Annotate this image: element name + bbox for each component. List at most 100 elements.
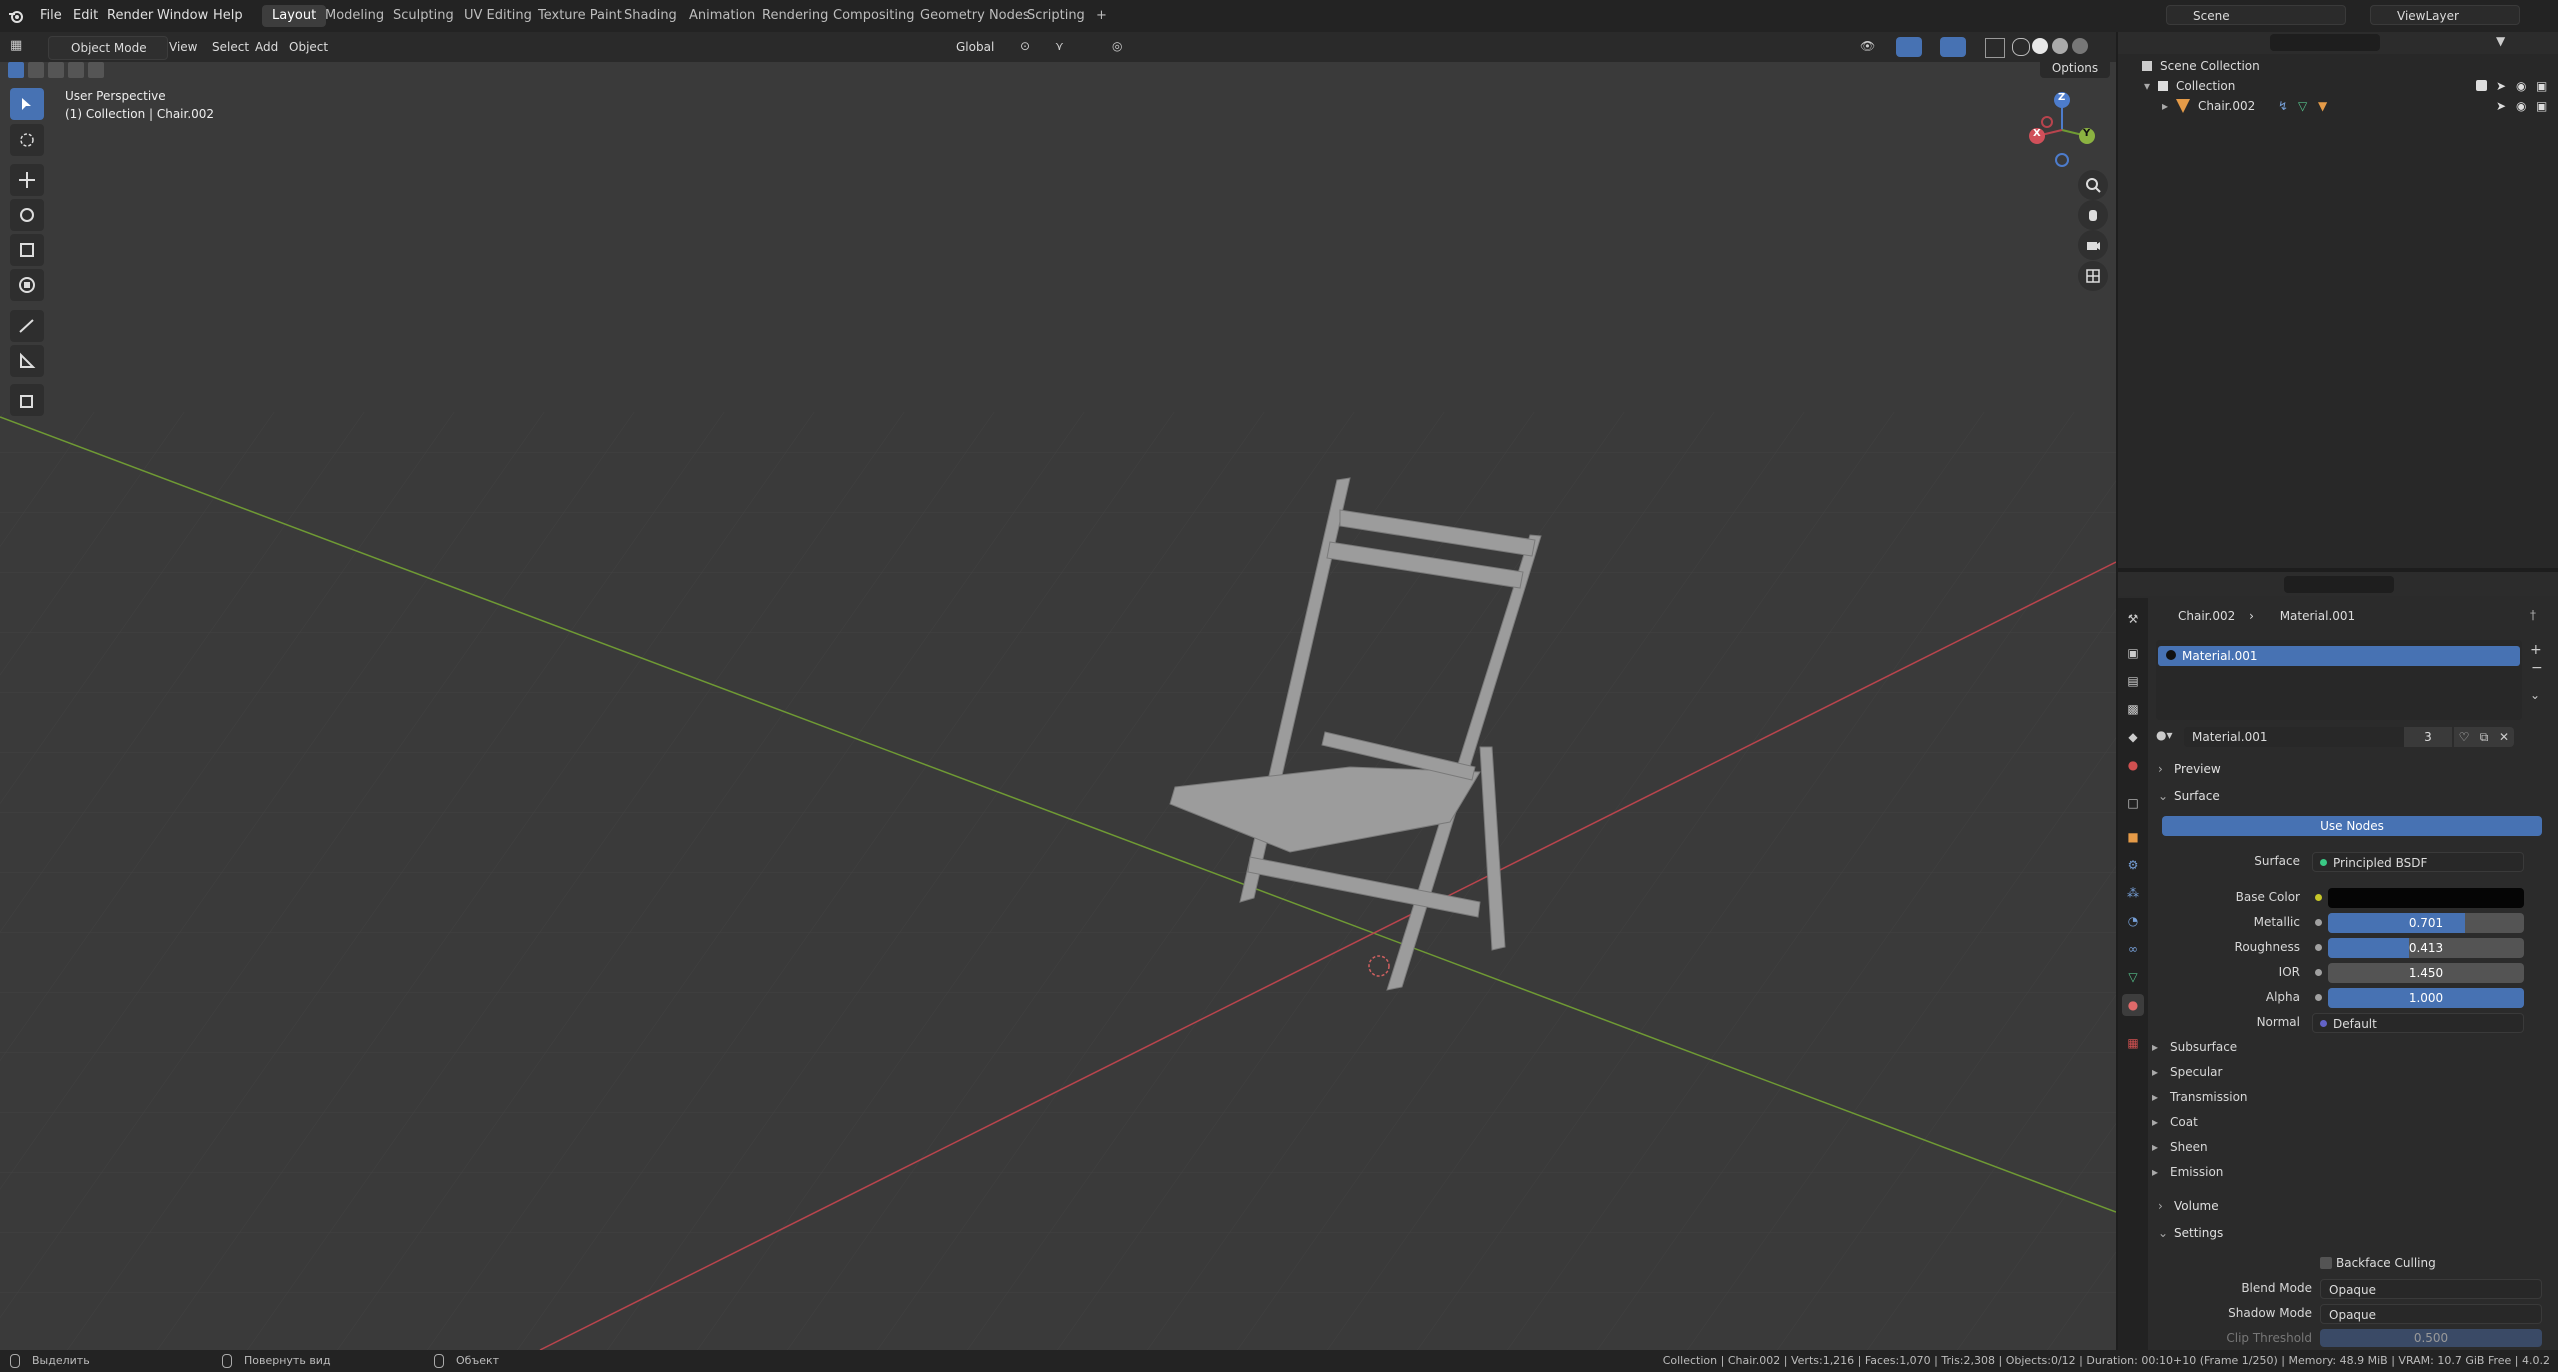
gizmo-toggle-icon[interactable] <box>1896 37 1922 57</box>
overlay-toggle-icon[interactable] <box>1940 37 1966 57</box>
scene-selector[interactable]: Scene <box>2166 5 2346 25</box>
constraints-tab-icon[interactable]: ∞ <box>2122 938 2144 960</box>
texture-tab-icon[interactable]: ▦ <box>2122 1032 2144 1054</box>
select-new-icon[interactable] <box>8 62 24 78</box>
shading-rendered-icon[interactable] <box>2072 38 2088 54</box>
data-tab-icon[interactable]: ▽ <box>2122 966 2144 988</box>
shading-material-icon[interactable] <box>2052 38 2068 54</box>
tab-shading[interactable]: Shading <box>614 5 687 27</box>
collection-tab-icon[interactable]: □ <box>2122 792 2144 814</box>
shadow-mode-dropdown[interactable]: Opaque <box>2320 1304 2542 1324</box>
remove-slot-button[interactable]: − <box>2531 660 2543 676</box>
pan-hand-icon[interactable] <box>2078 200 2108 230</box>
orientation-dropdown[interactable]: Global <box>932 36 1000 58</box>
view-layer-tab-icon[interactable]: ▩ <box>2122 698 2144 720</box>
filter-icon[interactable]: ▼ <box>2496 34 2514 50</box>
camera-icon[interactable] <box>2078 230 2108 260</box>
select-arrow-icon-2[interactable]: ➤ <box>2496 96 2506 116</box>
cursor-tool[interactable] <box>10 124 44 156</box>
normal-field[interactable]: Default <box>2312 1013 2524 1033</box>
properties-search[interactable] <box>2284 576 2394 593</box>
rotate-tool[interactable] <box>10 199 44 231</box>
select-arrow-icon[interactable]: ➤ <box>2496 76 2506 96</box>
duplicate-material-icon[interactable]: ⧉ <box>2474 727 2494 747</box>
object-expand-icon[interactable]: ▸ <box>2162 96 2168 116</box>
scale-tool[interactable] <box>10 234 44 266</box>
render-camera-icon[interactable]: ▣ <box>2536 76 2547 96</box>
material-tab-icon[interactable]: ● <box>2122 994 2144 1016</box>
settings-panel-header[interactable]: Settings ⌄ <box>2152 1222 2548 1244</box>
tool-tab-icon[interactable]: ⚒ <box>2122 608 2144 630</box>
select-box-tool[interactable] <box>10 88 44 120</box>
grid-view-icon[interactable] <box>2078 261 2108 291</box>
outliner-scene-collection[interactable]: Scene Collection <box>2118 56 2558 76</box>
volume-panel-header[interactable]: Volume › <box>2152 1195 2548 1217</box>
subpanel-sheen[interactable]: Sheen <box>2152 1140 2207 1154</box>
blender-logo-icon[interactable] <box>8 8 24 24</box>
object-tab-icon[interactable]: ■ <box>2122 826 2144 848</box>
navigation-gizmo[interactable]: Z Y X <box>2025 88 2100 178</box>
checkbox-icon[interactable] <box>2476 80 2487 91</box>
options-button[interactable]: Options <box>2040 58 2110 78</box>
select-subtract-icon[interactable] <box>48 62 64 78</box>
menu-view[interactable]: View <box>163 36 203 58</box>
select-invert-icon[interactable] <box>68 62 84 78</box>
metallic-slider[interactable]: 0.701 <box>2328 913 2524 933</box>
fake-user-icon[interactable]: ♡ <box>2454 727 2474 747</box>
editor-type-icon[interactable]: ▦ <box>10 38 34 56</box>
shading-wireframe-icon[interactable] <box>2012 38 2030 56</box>
physics-tab-icon[interactable]: ◔ <box>2122 910 2144 932</box>
material-name-field[interactable]: Material.001 <box>2184 727 2404 747</box>
select-extend-icon[interactable] <box>28 62 44 78</box>
move-tool[interactable] <box>10 164 44 196</box>
render-tab-icon[interactable]: ▣ <box>2122 642 2144 664</box>
transform-tool[interactable] <box>10 269 44 301</box>
visibility-icon[interactable]: 👁 <box>1860 39 1884 55</box>
mode-dropdown[interactable]: Object Mode <box>48 36 168 60</box>
unlink-material-icon[interactable]: ✕ <box>2494 727 2514 747</box>
collection-expand-icon[interactable]: ▾ <box>2144 76 2150 96</box>
scene-tab-icon[interactable]: ◆ <box>2122 726 2144 748</box>
menu-add[interactable]: Add <box>249 36 284 58</box>
ior-field[interactable]: 1.450 <box>2328 963 2524 983</box>
base-color-swatch[interactable] <box>2328 888 2524 908</box>
material-browse-icon[interactable]: ●▾ <box>2156 728 2178 748</box>
3d-viewport[interactable] <box>0 32 2116 1350</box>
add-slot-button[interactable]: + <box>2530 642 2542 658</box>
use-nodes-button[interactable]: Use Nodes <box>2162 816 2542 836</box>
zoom-icon[interactable] <box>2078 170 2108 200</box>
particles-tab-icon[interactable]: ⁂ <box>2122 882 2144 904</box>
outliner-collection[interactable]: ▾ Collection ➤ ◉ ▣ <box>2118 76 2558 96</box>
viewlayer-selector[interactable]: ViewLayer <box>2370 5 2520 25</box>
material-slot-row[interactable]: Material.001 <box>2158 646 2520 666</box>
xray-icon[interactable] <box>1985 38 2005 58</box>
preview-panel-header[interactable]: Preview › <box>2152 758 2548 780</box>
menu-help[interactable]: Help <box>205 5 251 27</box>
subpanel-subsurface[interactable]: Subsurface <box>2152 1040 2237 1054</box>
alpha-slider[interactable]: 1.000 <box>2328 988 2524 1008</box>
surface-shader-field[interactable]: Principled BSDF <box>2312 852 2524 872</box>
output-tab-icon[interactable]: ▤ <box>2122 670 2144 692</box>
proportional-edit-icon[interactable]: ◎ <box>1112 39 1152 55</box>
outliner-object-row[interactable]: ▸ Chair.002 ↯ ▽ ▼ ➤ ◉ ▣ <box>2118 96 2558 116</box>
snap-icon[interactable]: ⋎ <box>1055 39 1095 55</box>
select-mode-buttons[interactable] <box>8 62 104 78</box>
add-cube-tool[interactable] <box>10 384 44 416</box>
subpanel-transmission[interactable]: Transmission <box>2152 1090 2247 1104</box>
pivot-icon[interactable]: ⊙ <box>1020 39 1044 55</box>
user-count-button[interactable]: 3 <box>2404 727 2452 747</box>
tab-sculpting[interactable]: Sculpting <box>383 5 464 27</box>
menu-object[interactable]: Object <box>283 36 334 58</box>
outliner-search[interactable] <box>2270 34 2380 51</box>
slot-menu-icon[interactable]: ⌄ <box>2530 688 2540 702</box>
annotate-tool[interactable] <box>10 310 44 342</box>
subpanel-coat[interactable]: Coat <box>2152 1115 2198 1129</box>
backface-culling-checkbox[interactable] <box>2320 1257 2332 1269</box>
world-tab-icon[interactable]: ● <box>2122 754 2144 776</box>
tab-scripting[interactable]: Scripting <box>1017 5 1095 27</box>
roughness-slider[interactable]: 0.413 <box>2328 938 2524 958</box>
measure-tool[interactable] <box>10 345 44 377</box>
render-camera-icon-2[interactable]: ▣ <box>2536 96 2547 116</box>
eye-icon[interactable]: ◉ <box>2516 76 2526 96</box>
pin-icon[interactable]: † <box>2530 608 2536 622</box>
